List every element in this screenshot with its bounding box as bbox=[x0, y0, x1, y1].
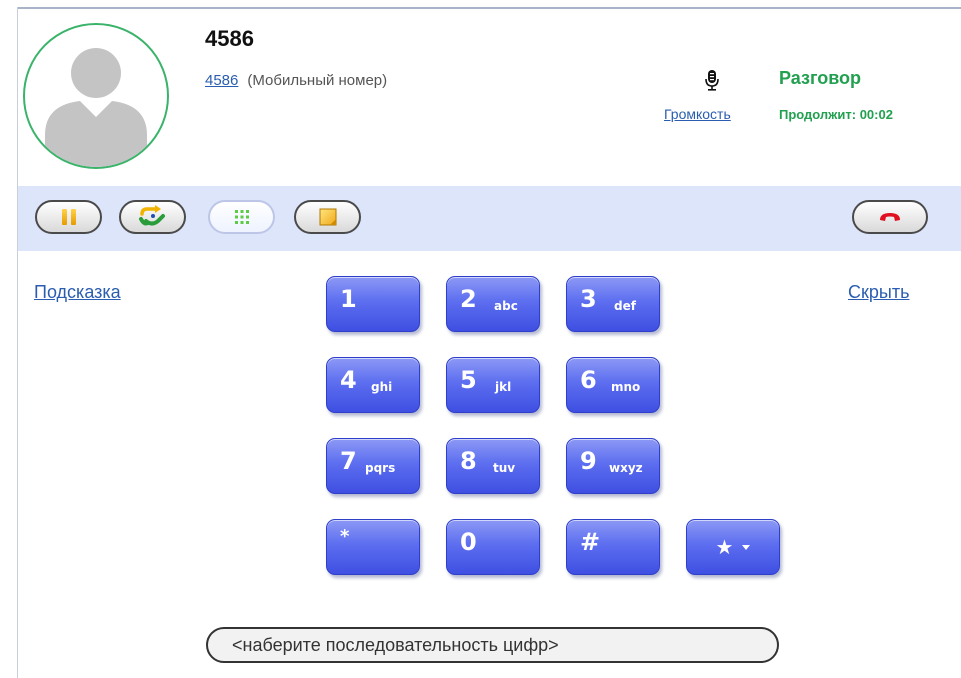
contact-number-line: 4586 (Мобильный номер) bbox=[205, 72, 387, 89]
key-4[interactable]: 4 ghi bbox=[326, 357, 420, 413]
key-letters: wxyz bbox=[609, 461, 643, 475]
hangup-button[interactable] bbox=[852, 200, 928, 234]
key-1[interactable]: 1 bbox=[326, 276, 420, 332]
note-icon bbox=[319, 208, 336, 226]
key-letters: def bbox=[614, 299, 636, 313]
key-digit: # bbox=[580, 528, 601, 556]
chevron-down-icon bbox=[742, 544, 751, 550]
microphone-icon[interactable] bbox=[705, 69, 719, 91]
key-digit: 2 bbox=[460, 285, 477, 313]
key-digit: 8 bbox=[460, 447, 477, 475]
key-digit: 3 bbox=[580, 285, 597, 313]
volume-link[interactable]: Громкость bbox=[664, 106, 731, 122]
key-letters: ghi bbox=[371, 380, 393, 394]
key-star[interactable]: * bbox=[326, 519, 420, 575]
key-letters: mno bbox=[611, 380, 641, 394]
key-letters: jkl bbox=[495, 380, 512, 394]
key-digit: 6 bbox=[580, 366, 597, 394]
key-digit: * bbox=[340, 526, 350, 547]
star-icon: ★ bbox=[715, 535, 734, 559]
left-divider bbox=[17, 7, 18, 678]
pause-icon bbox=[61, 209, 76, 225]
key-letters: pqrs bbox=[365, 461, 396, 475]
notes-button[interactable] bbox=[294, 200, 361, 234]
keypad-button[interactable] bbox=[208, 200, 275, 234]
key-8[interactable]: 8 tuv bbox=[446, 438, 540, 494]
key-3[interactable]: 3 def bbox=[566, 276, 660, 332]
key-7[interactable]: 7 pqrs bbox=[326, 438, 420, 494]
digit-sequence-input[interactable] bbox=[206, 627, 779, 663]
contact-name: 4586 bbox=[205, 26, 254, 51]
key-digit: 1 bbox=[340, 285, 357, 313]
key-letters: tuv bbox=[493, 461, 516, 475]
hide-link[interactable]: Скрыть bbox=[848, 282, 909, 303]
key-2[interactable]: 2 abc bbox=[446, 276, 540, 332]
keypad-grid-icon bbox=[234, 210, 249, 224]
key-0[interactable]: 0 bbox=[446, 519, 540, 575]
key-6[interactable]: 6 mno bbox=[566, 357, 660, 413]
contact-number-link[interactable]: 4586 bbox=[205, 72, 238, 89]
key-hash[interactable]: # bbox=[566, 519, 660, 575]
key-digit: 9 bbox=[580, 447, 597, 475]
key-letters: abc bbox=[494, 299, 518, 313]
key-9[interactable]: 9 wxyz bbox=[566, 438, 660, 494]
favorites-dropdown-button[interactable]: ★ bbox=[686, 519, 780, 575]
key-5[interactable]: 5 jkl bbox=[446, 357, 540, 413]
contact-number-type: (Мобильный номер) bbox=[247, 72, 388, 89]
key-digit: 5 bbox=[460, 366, 477, 394]
top-divider bbox=[17, 7, 961, 9]
transfer-icon bbox=[138, 205, 165, 226]
call-status: Разговор bbox=[779, 68, 862, 88]
key-digit: 7 bbox=[340, 447, 357, 475]
transfer-button[interactable] bbox=[119, 200, 186, 234]
hint-link[interactable]: Подсказка bbox=[34, 282, 121, 303]
avatar bbox=[23, 23, 169, 169]
person-silhouette-icon bbox=[45, 48, 147, 167]
hangup-phone-icon bbox=[880, 213, 900, 221]
key-digit: 0 bbox=[460, 528, 477, 556]
call-duration: Продолжит: 00:02 bbox=[779, 107, 893, 122]
hold-button[interactable] bbox=[35, 200, 102, 234]
call-toolbar bbox=[18, 186, 961, 251]
key-digit: 4 bbox=[340, 366, 357, 394]
